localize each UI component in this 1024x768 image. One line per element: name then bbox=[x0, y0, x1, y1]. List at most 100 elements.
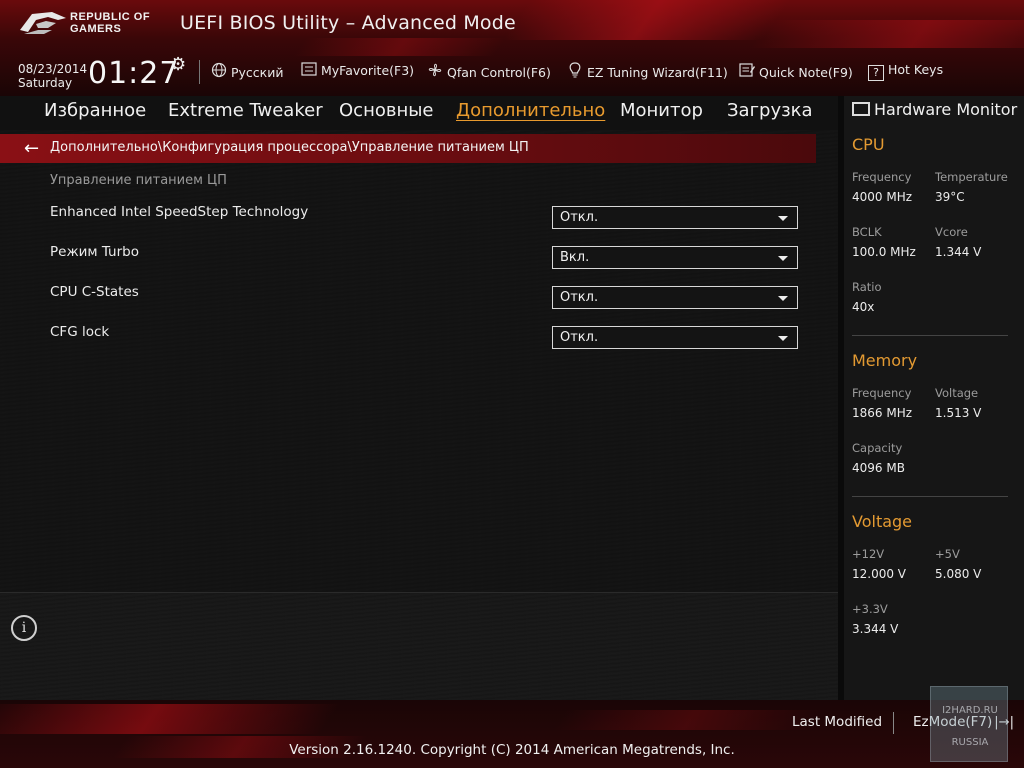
speedstep-select[interactable]: Откл. bbox=[552, 206, 798, 229]
favorites-icon bbox=[300, 62, 318, 80]
ez-tuning-label: EZ Tuning Wizard(F11) bbox=[587, 65, 728, 80]
chevron-down-icon bbox=[778, 336, 788, 341]
setting-row: CPU C-States Откл. bbox=[0, 280, 816, 310]
footer-stripe bbox=[552, 710, 828, 730]
hot-keys-label: Hot Keys bbox=[888, 62, 944, 77]
back-arrow-icon[interactable]: ← bbox=[24, 138, 39, 159]
language-label: Русский bbox=[231, 65, 284, 80]
select-value: Вкл. bbox=[560, 250, 590, 265]
clock: 01:27 bbox=[88, 56, 180, 91]
question-icon: ? bbox=[868, 65, 884, 81]
capacity-label: Capacity bbox=[852, 441, 903, 455]
setting-row: CFG lock Откл. bbox=[0, 320, 816, 350]
setting-label: Enhanced Intel SpeedStep Technology bbox=[50, 204, 309, 220]
select-value: Откл. bbox=[560, 210, 599, 225]
myfavorite-button[interactable]: MyFavorite(F3) bbox=[300, 62, 414, 82]
divider bbox=[852, 335, 1008, 336]
brand-text: REPUBLIC OF GAMERS bbox=[70, 11, 151, 35]
date-display: 08/23/2014 Saturday bbox=[18, 62, 87, 90]
memory-frequency-value: 1866 MHz bbox=[852, 406, 913, 420]
v5-label: +5V bbox=[935, 547, 960, 561]
bclk-value: 100.0 MHz bbox=[852, 245, 916, 259]
rog-eye-icon bbox=[20, 12, 66, 34]
app-title: UEFI BIOS Utility – Advanced Mode bbox=[180, 12, 516, 34]
tab-favorites[interactable]: Избранное bbox=[44, 100, 146, 121]
tab-advanced[interactable]: Дополнительно bbox=[456, 100, 605, 121]
v12-label: +12V bbox=[852, 547, 885, 561]
breadcrumb-path: Дополнительно\Конфигурация процессора\Уп… bbox=[50, 140, 529, 155]
voltage-section-title: Voltage bbox=[852, 512, 913, 531]
select-value: Откл. bbox=[560, 290, 599, 305]
v12-value: 12.000 V bbox=[852, 567, 907, 581]
section-title: Управление питанием ЦП bbox=[50, 173, 227, 188]
divider bbox=[852, 496, 1008, 497]
info-icon[interactable]: i bbox=[11, 615, 37, 641]
main-tabs: Избранное Extreme Tweaker Основные Допол… bbox=[0, 96, 838, 130]
chevron-down-icon bbox=[778, 216, 788, 221]
tab-main[interactable]: Основные bbox=[339, 100, 434, 121]
cpu-temperature-value: 39°C bbox=[935, 190, 965, 204]
hardware-monitor-label: Hardware Monitor bbox=[874, 100, 1018, 119]
watermark-site: I2HARD.RU bbox=[942, 705, 998, 716]
qfan-label: Qfan Control(F6) bbox=[447, 65, 551, 80]
cfg-lock-select[interactable]: Откл. bbox=[552, 326, 798, 349]
v33-value: 3.344 V bbox=[852, 622, 899, 636]
tab-monitor[interactable]: Монитор bbox=[620, 100, 703, 121]
setting-label: Режим Turbo bbox=[50, 244, 139, 260]
hardware-monitor-title: Hardware Monitor bbox=[852, 100, 1017, 119]
v5-value: 5.080 V bbox=[935, 567, 982, 581]
tab-boot[interactable]: Загрузка bbox=[727, 100, 813, 121]
vcore-label: Vcore bbox=[935, 225, 968, 239]
chevron-down-icon bbox=[778, 296, 788, 301]
footer-stripe bbox=[0, 704, 341, 734]
bclk-label: BCLK bbox=[852, 225, 882, 239]
memory-voltage-value: 1.513 V bbox=[935, 406, 982, 420]
c-states-select[interactable]: Откл. bbox=[552, 286, 798, 309]
ratio-label: Ratio bbox=[852, 280, 882, 294]
last-modified-button[interactable]: Last Modified bbox=[792, 714, 882, 730]
fan-icon bbox=[426, 62, 444, 82]
v33-label: +3.3V bbox=[852, 602, 888, 616]
hot-keys-button[interactable]: ? Hot Keys bbox=[868, 62, 943, 82]
ez-tuning-button[interactable]: EZ Tuning Wizard(F11) bbox=[566, 62, 728, 82]
memory-frequency-label: Frequency bbox=[852, 386, 912, 400]
qfan-button[interactable]: Qfan Control(F6) bbox=[426, 62, 551, 82]
capacity-value: 4096 MB bbox=[852, 461, 905, 475]
hardware-monitor: Hardware Monitor CPU Frequency Temperatu… bbox=[838, 96, 1024, 700]
header-stripe bbox=[502, 0, 798, 40]
cpu-temperature-label: Temperature bbox=[935, 170, 1008, 184]
date-text: 08/23/2014 bbox=[18, 62, 88, 76]
myfavorite-label: MyFavorite(F3) bbox=[321, 63, 415, 78]
turbo-mode-select[interactable]: Вкл. bbox=[552, 246, 798, 269]
lightbulb-icon bbox=[566, 62, 584, 82]
monitor-icon bbox=[852, 102, 870, 116]
header-stripe bbox=[293, 38, 507, 56]
help-bar: i bbox=[0, 592, 838, 700]
footer: Last Modified EzMode(F7) |→| Version 2.16… bbox=[0, 700, 1024, 768]
note-icon bbox=[738, 62, 756, 82]
watermark: I2HARD.RU RUSSIA bbox=[930, 686, 1008, 762]
cpu-section-title: CPU bbox=[852, 135, 885, 154]
chevron-down-icon bbox=[778, 256, 788, 261]
quick-note-button[interactable]: Quick Note(F9) bbox=[738, 62, 853, 82]
watermark-region: RUSSIA bbox=[951, 737, 989, 748]
rog-logo: REPUBLIC OF GAMERS bbox=[18, 8, 168, 38]
quick-note-label: Quick Note(F9) bbox=[759, 65, 853, 80]
tab-extreme-tweaker[interactable]: Extreme Tweaker bbox=[168, 100, 323, 121]
version-text: Version 2.16.1240. Copyright (C) 2014 Am… bbox=[289, 742, 735, 758]
cpu-frequency-value: 4000 MHz bbox=[852, 190, 913, 204]
memory-section-title: Memory bbox=[852, 351, 918, 370]
gear-icon[interactable]: ⚙ bbox=[170, 56, 190, 76]
setting-row: Enhanced Intel SpeedStep Technology Откл… bbox=[0, 200, 816, 230]
setting-label: CFG lock bbox=[50, 324, 110, 340]
language-button[interactable]: Русский bbox=[210, 62, 283, 82]
top-header: REPUBLIC OF GAMERS UEFI BIOS Utility – A… bbox=[0, 0, 1024, 96]
vcore-value: 1.344 V bbox=[935, 245, 982, 259]
globe-icon bbox=[210, 62, 228, 82]
main-panel: ← Дополнительно\Конфигурация процессора\… bbox=[0, 130, 838, 700]
setting-label: CPU C-States bbox=[50, 284, 139, 300]
select-value: Откл. bbox=[560, 330, 599, 345]
divider bbox=[199, 60, 200, 84]
day-text: Saturday bbox=[18, 76, 73, 90]
setting-row: Режим Turbo Вкл. bbox=[0, 240, 816, 270]
